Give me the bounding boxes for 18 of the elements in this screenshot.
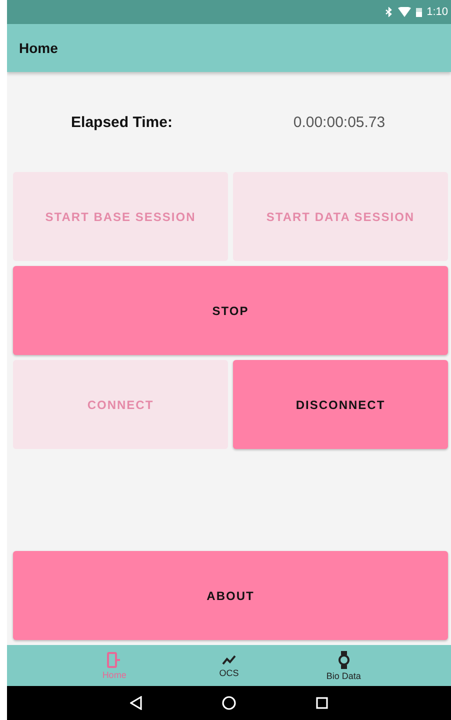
recents-icon[interactable] [316,697,328,709]
battery-icon [416,7,422,17]
phone-icon [107,652,122,668]
nav-tab[interactable]: OCS [188,645,269,686]
action-button[interactable]: DISCONNECT [233,360,448,449]
back-icon[interactable] [130,696,142,710]
bluetooth-icon [384,7,393,17]
about-button[interactable]: ABOUT [13,551,448,640]
action-button[interactable]: STOP [13,266,448,355]
elapsed-value: 0.00:00:05.73 [292,114,386,130]
elapsed-label: Elapsed Time: [70,114,174,130]
home-icon[interactable] [222,696,236,710]
app-bar-title: Home [19,40,58,56]
watch-icon [338,650,350,668]
trend-icon [222,654,236,666]
nav-tab[interactable]: Bio Data [304,645,384,686]
status-time: 1:10 [426,6,448,18]
wifi-icon [398,7,411,17]
